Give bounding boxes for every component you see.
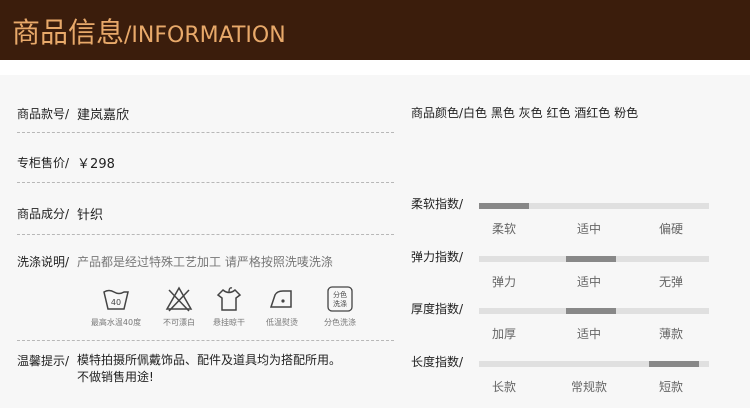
care-caption: 分色洗涤 [324,318,356,327]
scale-thumb [649,361,699,367]
notice-label: 温馨提示/ [17,354,70,368]
scale-track [479,203,709,209]
scale-thumb [479,203,529,209]
divider [17,182,394,183]
model-value: 建岚嘉欣 [77,108,130,123]
colors-row: 商品颜色/白色 黑色 灰色 红色 酒红色 粉色 [411,104,638,121]
model-row: 商品款号/ 建岚嘉欣 [17,104,129,123]
material-value: 针织 [77,208,104,223]
header-title-cn: 商品信息 [12,16,125,49]
scale-option: 适中 [576,222,602,236]
divider [17,132,394,133]
scale-option: 短款 [658,380,684,394]
info-header: 商品信息/INFORMATION [0,0,750,60]
separate-wash-text-1: 分色 [333,290,347,299]
colors-options: 白色 黑色 灰色 红色 酒红色 粉色 [463,106,639,120]
separate-wash-icon: 分色 洗涤 [306,284,374,314]
scale-thumb [566,308,616,314]
wash-label: 洗涤说明/ [17,255,70,269]
wash-40-text: 40 [111,298,121,307]
scale-option: 常规款 [570,380,608,394]
notice-row: 温馨提示/ 模特拍摄所佩戴饰品、配件及道具均为搭配所用。 不做销售用途! [17,352,341,386]
scale-option: 薄款 [658,327,684,341]
colors-label: 商品颜色/ [411,106,464,120]
scale-label: 长度指数/ [411,355,464,369]
scale-label: 弹力指数/ [411,250,464,264]
wash-value: 产品都是经过特殊工艺加工 请严格按照洗唛洗涤 [77,255,333,269]
divider [17,234,394,235]
price-value: ￥298 [77,157,115,172]
separate-wash-text-2: 洗涤 [333,299,347,308]
scale-label: 柔软指数/ [411,197,464,211]
scale-track [479,361,709,367]
care-separate-wash: 分色 洗涤 分色洗涤 [306,284,374,328]
scale-option: 适中 [576,275,602,289]
scale-option: 适中 [576,327,602,341]
material-label: 商品成分/ [17,207,70,221]
scale-option: 偏硬 [658,222,684,236]
scale-label: 厚度指数/ [411,302,464,316]
material-row: 商品成分/ 针织 [17,204,103,223]
notice-line-1: 模特拍摄所佩戴饰品、配件及道具均为搭配所用。 [77,353,342,367]
scale-option: 加厚 [491,327,517,341]
scale-track [479,308,709,314]
care-wash-40: 40 最高水温40度 [82,284,150,328]
notice-value: 模特拍摄所佩戴饰品、配件及道具均为搭配所用。 不做销售用途! [77,352,341,386]
model-label: 商品款号/ [17,107,70,121]
scale-track [479,256,709,262]
scale-option: 柔软 [491,222,517,236]
scale-option: 长款 [491,380,517,394]
scale-option: 无弹 [658,275,684,289]
header-title-en: /INFORMATION [124,23,286,48]
scale-option: 弹力 [491,275,517,289]
price-label: 专柜售价/ [17,156,70,170]
price-row: 专柜售价/ ￥298 [17,153,115,172]
divider [17,340,394,341]
wash-row: 洗涤说明/ 产品都是经过特殊工艺加工 请严格按照洗唛洗涤 [17,253,333,270]
notice-line-2: 不做销售用途! [77,370,154,384]
scale-thumb [566,256,616,262]
care-caption: 最高水温40度 [90,318,142,327]
header-title: 商品信息/INFORMATION [12,11,286,51]
wash-40-icon: 40 [82,284,150,314]
